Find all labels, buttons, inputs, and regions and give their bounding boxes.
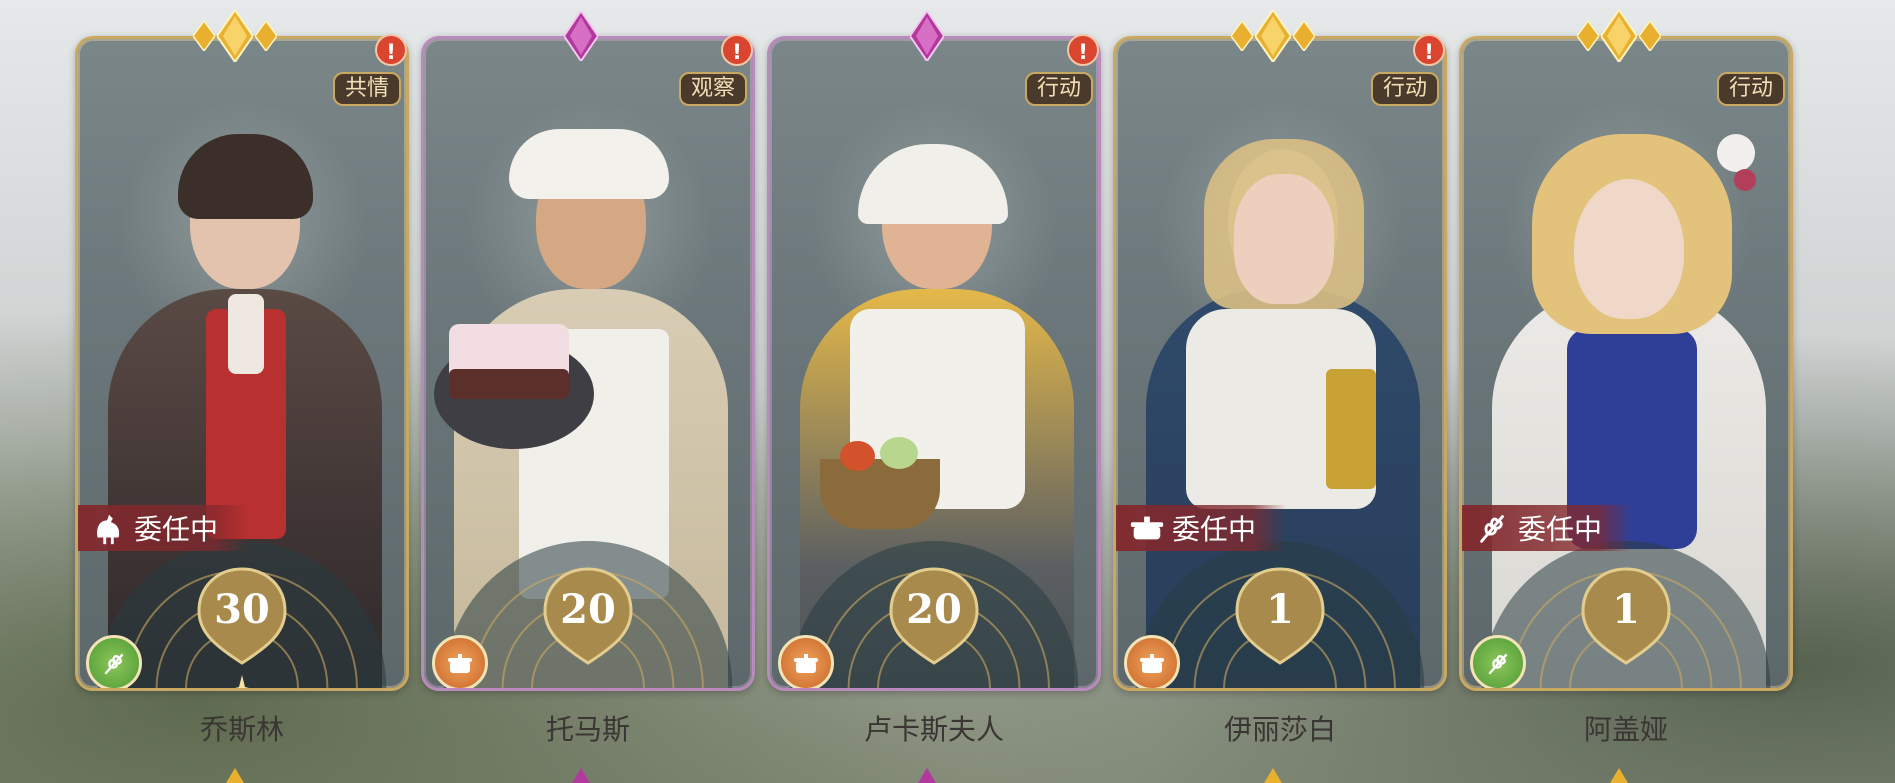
small-gem-icon (572, 768, 590, 783)
main-gem-icon (217, 10, 253, 62)
skill-badge[interactable] (778, 635, 834, 688)
main-gem-icon (1255, 10, 1291, 62)
cooking-pot-icon (1130, 516, 1164, 540)
small-gem-icon (255, 21, 277, 51)
character-card-thomas[interactable]: 20 ! 观察 托马斯 (411, 0, 755, 783)
skill-badge[interactable] (86, 635, 142, 688)
character-card-elizabeth[interactable]: 委任中 1 ! 行动 伊丽莎白 (1103, 0, 1447, 783)
wheat-icon (1480, 515, 1504, 543)
small-gem-icon (1293, 21, 1315, 51)
cooking-pot-icon (1140, 654, 1164, 673)
assignment-status: 委任中 (134, 513, 219, 546)
cooking-pot-icon (448, 654, 472, 673)
alert-badge[interactable]: ! (1067, 34, 1099, 66)
alert-badge[interactable]: ! (1413, 34, 1445, 66)
character-roster: 委任中 30 ! 共情 乔斯林 20 ! 观察 托马斯 20 ! 行动 卢卡斯夫… (0, 0, 1895, 783)
character-card-agaia[interactable]: 委任中 1 行动 阿盖娅 (1449, 0, 1793, 783)
trait-tag: 观察 (678, 72, 747, 106)
trait-tag: 行动 (1370, 72, 1439, 106)
assignment-banner: 委任中 (78, 505, 249, 551)
small-gem-icon (226, 768, 244, 783)
trait-tag: 行动 (1024, 72, 1093, 106)
small-gem-icon (193, 21, 215, 51)
character-name: 伊丽莎白 (1223, 713, 1336, 746)
character-name: 托马斯 (545, 713, 630, 746)
level-badge: 20 (543, 567, 633, 665)
cooking-pot-icon (794, 654, 818, 673)
character-card-madame-lucas[interactable]: 20 ! 行动 卢卡斯夫人 (757, 0, 1101, 783)
assignment-status: 委任中 (1518, 513, 1603, 546)
assignment-banner: 委任中 (1116, 505, 1287, 551)
small-gem-icon (1264, 768, 1282, 783)
small-gem-icon (1610, 768, 1628, 783)
skill-badge[interactable] (1470, 635, 1526, 688)
wheat-icon (1488, 653, 1508, 675)
main-gem-icon (1601, 10, 1637, 62)
alert-badge[interactable]: ! (721, 34, 753, 66)
trait-tag: 行动 (1716, 72, 1785, 106)
skill-badge[interactable] (1124, 635, 1180, 688)
small-gem-icon (1639, 21, 1661, 51)
small-gem-icon (1231, 21, 1253, 51)
card-panel: 20 (767, 36, 1101, 691)
wheat-icon (104, 653, 124, 675)
alert-badge[interactable]: ! (375, 34, 407, 66)
assignment-status: 委任中 (1172, 513, 1257, 546)
skill-badge[interactable] (432, 635, 488, 688)
character-name: 阿盖娅 (1583, 713, 1668, 746)
main-gem-icon (564, 11, 598, 61)
rooster-icon (97, 514, 120, 545)
card-panel: 委任中 1 (1459, 36, 1793, 691)
level-badge: 30 (197, 567, 287, 665)
rarity-gems (1231, 8, 1315, 64)
character-name: 乔斯林 (199, 713, 284, 746)
card-panel: 委任中 30 (75, 36, 409, 691)
card-panel: 20 (421, 36, 755, 691)
rarity-gems (1577, 8, 1661, 64)
rarity-gems (564, 8, 598, 64)
level-badge: 20 (889, 567, 979, 665)
rarity-gems (193, 8, 277, 64)
level-badge: 1 (1581, 567, 1671, 665)
card-panel: 委任中 1 (1113, 36, 1447, 691)
trait-tag: 共情 (332, 72, 401, 106)
small-gem-icon (918, 768, 936, 783)
character-name: 卢卡斯夫人 (863, 713, 1004, 746)
character-card-joslyn[interactable]: 委任中 30 ! 共情 乔斯林 (65, 0, 409, 783)
rarity-gems (910, 8, 944, 64)
assignment-banner: 委任中 (1462, 505, 1633, 551)
star-icon (235, 675, 249, 688)
small-gem-icon (1577, 21, 1599, 51)
level-badge: 1 (1235, 567, 1325, 665)
main-gem-icon (910, 11, 944, 61)
